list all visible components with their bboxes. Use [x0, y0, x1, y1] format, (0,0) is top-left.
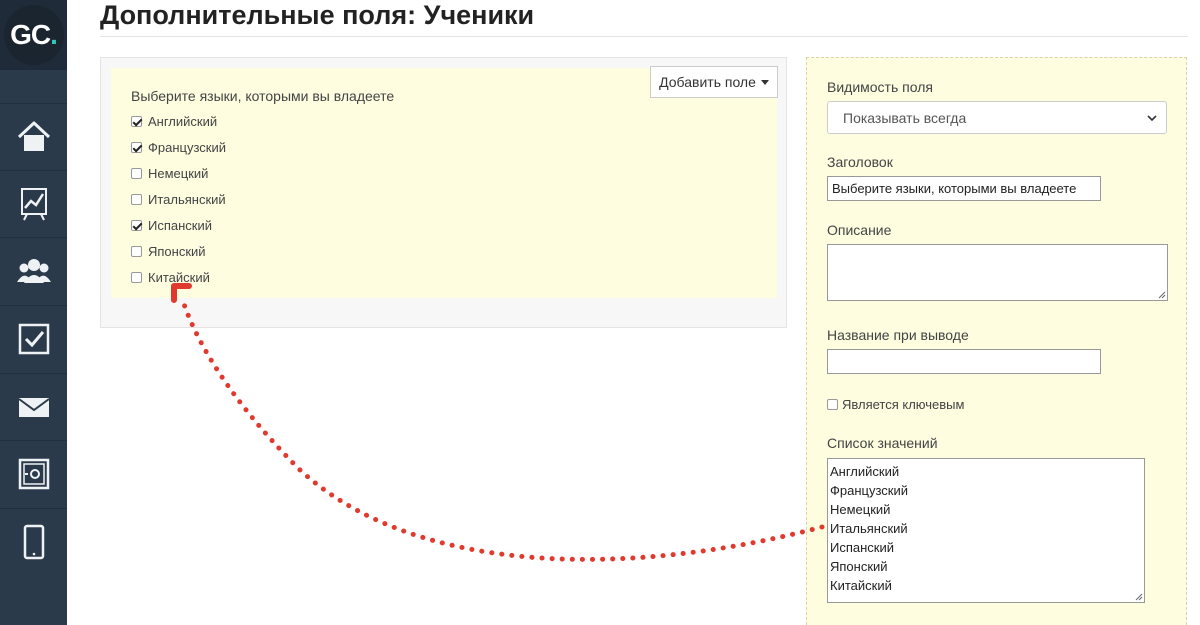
chart-icon: [20, 187, 47, 220]
field-preview-panel: Выберите языки, которыми вы владеете Анг…: [100, 57, 787, 328]
option-label: Японский: [148, 243, 206, 259]
heading-value: Выберите языки, которыми вы владеете: [832, 181, 1077, 196]
logo-text: GC: [10, 19, 51, 50]
add-field-label: Добавить поле: [659, 74, 756, 90]
option-label: Немецкий: [148, 165, 209, 181]
nav-mail[interactable]: [0, 373, 67, 439]
preview-option-chinese[interactable]: Китайский: [131, 268, 210, 286]
home-icon: [17, 121, 50, 151]
logo[interactable]: GC.: [0, 0, 67, 70]
visibility-select[interactable]: Показывать всегда: [827, 101, 1167, 134]
safe-icon: [18, 458, 49, 489]
caret-down-icon: [760, 79, 769, 85]
preview-option-spanish[interactable]: Испанский: [131, 216, 212, 234]
preview-option-japanese[interactable]: Японский: [131, 242, 206, 260]
nav-tasks[interactable]: [0, 305, 67, 371]
output-name-label: Название при выводе: [827, 327, 969, 343]
page-title: Дополнительные поля: Ученики: [100, 0, 535, 30]
checkbox[interactable]: [131, 193, 142, 205]
is-key-checkbox[interactable]: [827, 399, 838, 410]
value-line: Японский: [830, 559, 888, 574]
description-textarea[interactable]: [827, 244, 1168, 301]
nav-mobile[interactable]: [0, 508, 67, 574]
preview-field-label: Выберите языки, которыми вы владеете: [131, 88, 395, 104]
field-preview-area: Выберите языки, которыми вы владеете Анг…: [111, 68, 777, 298]
logo-mark: GC.: [3, 5, 64, 65]
preview-option-french[interactable]: Французский: [131, 138, 226, 156]
mobile-icon: [23, 524, 44, 559]
checkbox[interactable]: [131, 167, 142, 179]
nav-reports[interactable]: [0, 170, 67, 236]
add-field-button[interactable]: Добавить поле: [650, 66, 778, 98]
resize-handle-icon[interactable]: [1158, 291, 1166, 299]
value-line: Китайский: [830, 578, 892, 593]
heading-label: Заголовок: [827, 154, 893, 170]
nav-users[interactable]: [0, 237, 67, 303]
sidebar: GC.: [0, 0, 67, 625]
value-line: Немецкий: [830, 502, 891, 517]
visibility-value: Показывать всегда: [843, 109, 967, 126]
checkbox[interactable]: [131, 115, 142, 127]
preview-option-italian[interactable]: Итальянский: [131, 190, 226, 208]
description-label: Описание: [827, 222, 892, 238]
value-line: Французский: [830, 483, 908, 498]
field-settings-panel: Видимость поля Показывать всегда Заголов…: [806, 57, 1187, 625]
option-label: Испанский: [148, 217, 213, 233]
value-line: Испанский: [830, 540, 895, 555]
visibility-label: Видимость поля: [827, 79, 933, 95]
preview-option-german[interactable]: Немецкий: [131, 164, 208, 182]
values-textarea[interactable]: Английский Французский Немецкий Итальянс…: [827, 458, 1145, 603]
task-icon: [18, 323, 49, 354]
is-key-row[interactable]: Является ключевым: [827, 397, 964, 412]
option-label: Итальянский: [148, 191, 226, 207]
option-label: Английский: [148, 113, 218, 129]
value-line: Английский: [830, 464, 900, 479]
output-name-input[interactable]: [827, 349, 1101, 374]
resize-handle-icon[interactable]: [1135, 593, 1143, 601]
chevron-down-icon: [1147, 115, 1157, 122]
users-icon: [16, 258, 51, 283]
title-divider: [100, 36, 1188, 37]
heading-input[interactable]: Выберите языки, которыми вы владеете: [827, 176, 1101, 201]
is-key-label: Является ключевым: [842, 397, 965, 412]
annotation-arrow-line: [179, 295, 825, 562]
mail-icon: [17, 397, 50, 417]
option-label: Китайский: [148, 269, 210, 285]
values-label: Список значений: [827, 435, 938, 451]
checkbox[interactable]: [131, 271, 142, 283]
nav-safe[interactable]: [0, 440, 67, 506]
nav-home[interactable]: [0, 103, 67, 169]
value-line: Итальянский: [830, 521, 908, 536]
logo-dot: .: [50, 19, 58, 50]
checkbox[interactable]: [131, 245, 142, 257]
checkbox[interactable]: [131, 141, 142, 153]
checkbox[interactable]: [131, 219, 142, 231]
preview-option-english[interactable]: Английский: [131, 112, 217, 130]
option-label: Французский: [148, 139, 226, 155]
